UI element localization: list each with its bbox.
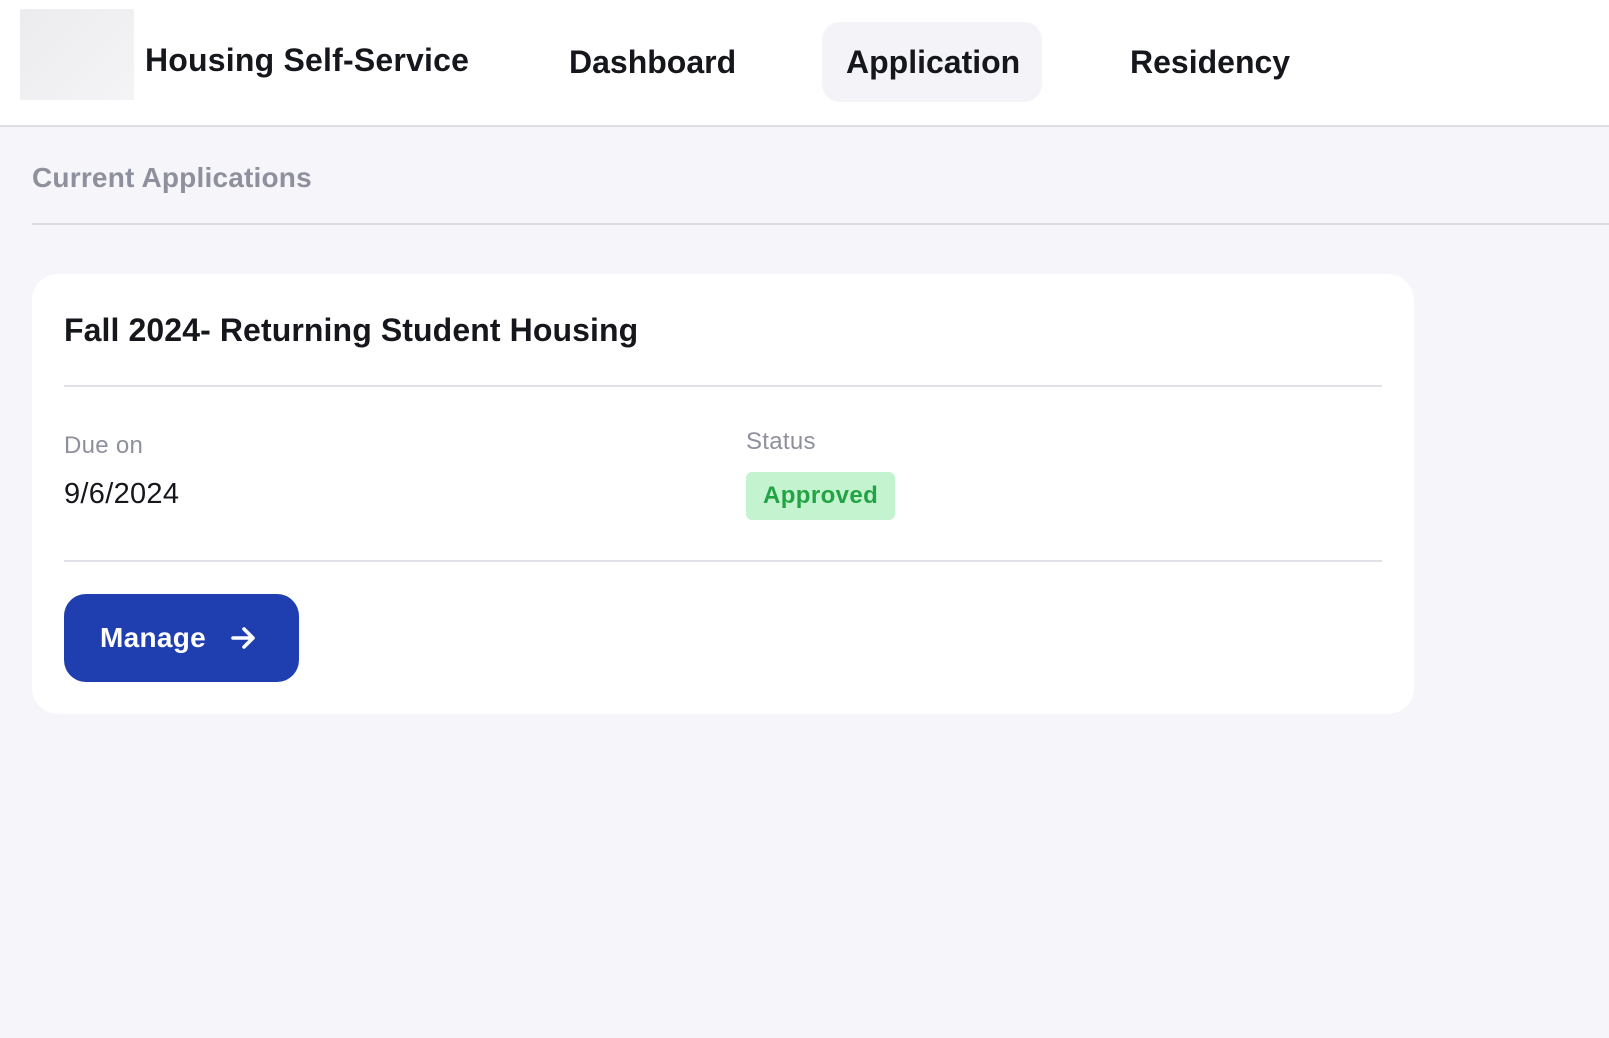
section-divider [32,223,1609,225]
app-title[interactable]: Housing Self-Service [145,41,469,79]
card-divider [64,560,1382,562]
arrow-right-icon [230,626,258,650]
nav-tab-label: Dashboard [569,43,737,80]
nav-tab-residency[interactable]: Residency [1106,22,1314,102]
application-title: Fall 2024- Returning Student Housing [64,312,639,348]
status-badge: Approved [746,472,896,520]
manage-button-label: Manage [100,622,207,653]
nav-tab-dashboard[interactable]: Dashboard [545,22,760,102]
section-title: Current Applications [32,162,312,193]
top-navigation-bar: Housing Self-Service Dashboard Applicati… [0,0,1609,127]
nav-tab-application[interactable]: Application [822,22,1042,102]
card-divider [64,385,1382,387]
manage-button[interactable]: Manage [64,594,299,682]
status-label: Status [746,428,816,455]
due-date-label: Due on [64,432,144,459]
application-card: Fall 2024- Returning Student Housing Due… [32,274,1414,714]
nav-tab-label: Residency [1130,43,1291,80]
due-date-value: 9/6/2024 [64,478,180,510]
university-logo-icon[interactable] [20,9,134,100]
nav-tab-label: Application [846,43,1021,80]
